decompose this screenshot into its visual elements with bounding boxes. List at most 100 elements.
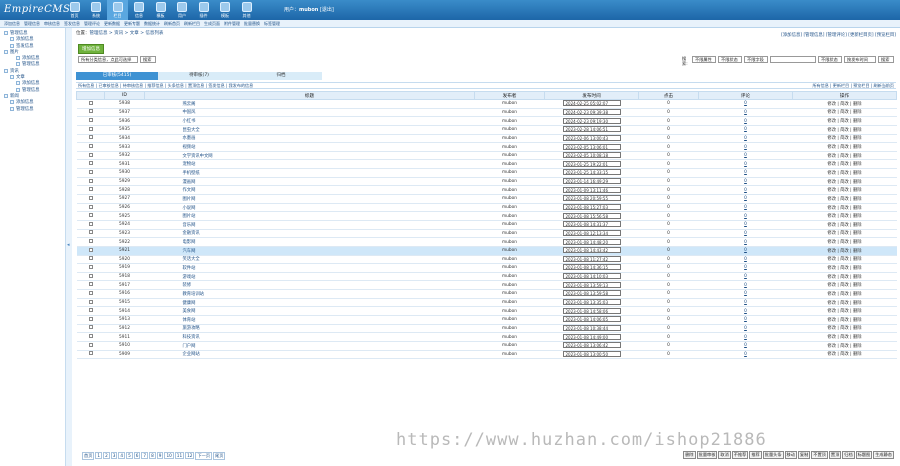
row-operations[interactable]: 修改 | 简改 | 删除 <box>792 185 897 196</box>
row-title-link[interactable]: 教育培训站 <box>183 292 204 297</box>
row-checkbox[interactable] <box>88 239 93 244</box>
row-title-link[interactable]: 宠物站 <box>183 162 196 167</box>
row-id[interactable]: 5931 <box>104 159 145 170</box>
row-time-field[interactable]: 2023-01-08 15:27:03 <box>562 204 621 210</box>
page-link[interactable]: 2 <box>103 452 110 459</box>
row-title-link[interactable]: 电影网 <box>183 240 196 245</box>
top-right-links[interactable]: [添加信息] [管理信息] [管理评论] [更新栏目页] [预览栏目] <box>781 32 896 38</box>
row-operations[interactable]: 修改 | 简改 | 删除 <box>792 168 897 178</box>
row-checkbox[interactable] <box>88 308 93 313</box>
row-checkbox[interactable] <box>88 221 93 226</box>
row-title-link[interactable]: 中国风 <box>183 110 196 115</box>
row-comments-link[interactable]: 0 <box>744 127 747 132</box>
subnav-link[interactable]: 更新专题 <box>124 21 140 27</box>
top-nav-item[interactable]: 系统 <box>86 0 107 20</box>
subnav-link[interactable]: 刷新栏目 <box>184 21 200 27</box>
row-time-field[interactable]: 2024-02-23 09:39:38 <box>562 108 621 115</box>
top-nav-item[interactable]: 模板 <box>215 0 236 20</box>
batch-action-button[interactable]: 移动 <box>784 451 797 459</box>
row-comments-link[interactable]: 0 <box>744 326 747 331</box>
table-row[interactable]: 5914 美食网 mubon 2023-01-08 14:58:06 0 0 修改 | 简改… <box>76 306 897 316</box>
top-nav-item[interactable]: 栏目 <box>107 0 128 20</box>
row-title-link[interactable]: 企业网站 <box>183 352 200 357</box>
row-time-field[interactable]: 2023-02-28 14:06:51 <box>562 126 621 133</box>
row-id[interactable]: 5920 <box>104 255 145 265</box>
status-select[interactable]: 不限状态 <box>718 56 742 63</box>
row-comments-link[interactable]: 0 <box>744 343 747 348</box>
row-time-field[interactable]: 2023-01-08 20:59:55 <box>562 195 621 202</box>
subnav-link[interactable]: 更新数据 <box>104 21 120 27</box>
table-row[interactable]: 5911 科技资讯 mubon 2023-01-08 14:49:00 0 0 修改 | 简… <box>76 332 897 342</box>
row-id[interactable]: 5911 <box>104 332 145 342</box>
order-select[interactable]: 按发布时间 <box>844 56 876 63</box>
row-checkbox[interactable] <box>88 195 93 200</box>
row-comments-link[interactable]: 0 <box>744 283 747 288</box>
page-link[interactable]: 10 <box>164 452 174 459</box>
subnav-link[interactable]: 数据统计 <box>144 21 160 27</box>
row-title-link[interactable]: 图片站 <box>183 214 196 219</box>
row-id[interactable]: 5925 <box>104 211 145 221</box>
page-link[interactable]: 1 <box>95 452 103 459</box>
row-comments-link[interactable]: 0 <box>744 335 747 340</box>
row-comments-link[interactable]: 0 <box>744 179 747 184</box>
row-comments-link[interactable]: 0 <box>744 196 747 201</box>
row-operations[interactable]: 修改 | 简改 | 删除 <box>792 220 897 230</box>
row-title-link[interactable]: 燕云阁 <box>183 102 196 107</box>
row-checkbox[interactable] <box>88 230 93 235</box>
table-row[interactable]: 5919 软件站 mubon 2023-01-08 14:36:15 0 0 修改 | 简改… <box>76 263 897 273</box>
row-comments-link[interactable]: 0 <box>744 274 747 279</box>
row-comments-link[interactable]: 0 <box>744 309 747 314</box>
row-id[interactable]: 5935 <box>104 125 145 135</box>
row-operations[interactable]: 修改 | 简改 | 删除 <box>792 99 897 109</box>
row-time-field[interactable]: 2023-01-08 13:06:42 <box>562 342 621 349</box>
row-id[interactable]: 5912 <box>104 324 145 334</box>
row-comments-link[interactable]: 0 <box>744 170 747 175</box>
page-link[interactable]: 9 <box>156 452 164 459</box>
table-row[interactable]: 5917 装修 mubon 2023-01-08 13:59:13 0 0 修改 | 简改 … <box>76 280 897 291</box>
table-row[interactable]: 5912 旅游攻略 mubon 2023-01-08 10:38:44 0 0 修改 | 简… <box>76 324 897 334</box>
row-comments-link[interactable]: 0 <box>744 222 747 227</box>
row-time-field[interactable]: 2023-01-08 12:13:34 <box>562 229 621 236</box>
field-select[interactable]: 不限字段 <box>744 56 768 63</box>
category-search-button[interactable]: 搜索 <box>140 56 156 63</box>
row-id[interactable]: 5933 <box>104 142 145 152</box>
row-title-link[interactable]: 文学资讯中文网 <box>183 154 213 159</box>
row-id[interactable]: 5930 <box>104 168 145 178</box>
row-time-field[interactable]: 2024-02-25 05:02:07 <box>562 100 621 107</box>
row-title-link[interactable]: 笑话大全 <box>183 257 200 262</box>
table-row[interactable]: 5913 体育站 mubon 2023-01-08 14:06:05 0 0 修改 | 简改… <box>76 315 897 325</box>
table-row[interactable]: 5931 宠物站 mubon 2023-01-25 19:22:01 0 0 修改 | 简改… <box>76 159 897 170</box>
subnav-link[interactable]: 生成页面 <box>204 21 220 27</box>
subnav-link[interactable]: 审核信息 <box>44 21 60 27</box>
row-comments-link[interactable]: 0 <box>744 257 747 262</box>
row-title-link[interactable]: 小说网 <box>183 206 196 211</box>
batch-action-button[interactable]: 删除 <box>683 451 696 459</box>
row-operations[interactable]: 修改 | 简改 | 删除 <box>792 194 897 204</box>
row-checkbox[interactable] <box>88 161 93 166</box>
row-operations[interactable]: 修改 | 简改 | 删除 <box>792 272 897 282</box>
table-row[interactable]: 5910 门户网 mubon 2023-01-08 13:06:42 0 0 修改 | 简改… <box>76 341 897 351</box>
tab-archive[interactable]: 归档 <box>240 72 322 80</box>
row-id[interactable]: 5922 <box>104 237 145 247</box>
row-time-field[interactable]: 2023-02-06 13:00:43 <box>562 134 621 141</box>
row-title-link[interactable]: 汽车网 <box>183 249 196 254</box>
page-link[interactable]: 6 <box>133 452 141 459</box>
row-comments-link[interactable]: 0 <box>744 300 747 305</box>
subnav-link[interactable]: 标签管理 <box>264 21 280 27</box>
row-title-link[interactable]: 水墨画 <box>183 136 196 141</box>
row-comments-link[interactable]: 0 <box>744 153 747 158</box>
row-id[interactable]: 5937 <box>104 108 145 118</box>
row-comments-link[interactable]: 0 <box>744 248 747 253</box>
subnav-link[interactable]: 签发信息 <box>64 21 80 27</box>
attr-select[interactable]: 不限属性 <box>692 56 716 63</box>
page-link[interactable]: 11 <box>174 452 185 459</box>
state-select[interactable]: 不限状态 <box>818 56 842 63</box>
row-operations[interactable]: 修改 | 简改 | 删除 <box>792 142 897 152</box>
page-link[interactable]: 12 <box>185 452 195 459</box>
row-time-field[interactable]: 2024-02-23 09:19:30 <box>562 117 621 124</box>
row-title-link[interactable]: 装修 <box>183 283 192 288</box>
add-info-button[interactable]: 增加信息 <box>78 44 104 54</box>
row-checkbox[interactable] <box>88 178 93 183</box>
row-checkbox[interactable] <box>88 273 93 278</box>
row-id[interactable]: 5909 <box>104 350 145 360</box>
